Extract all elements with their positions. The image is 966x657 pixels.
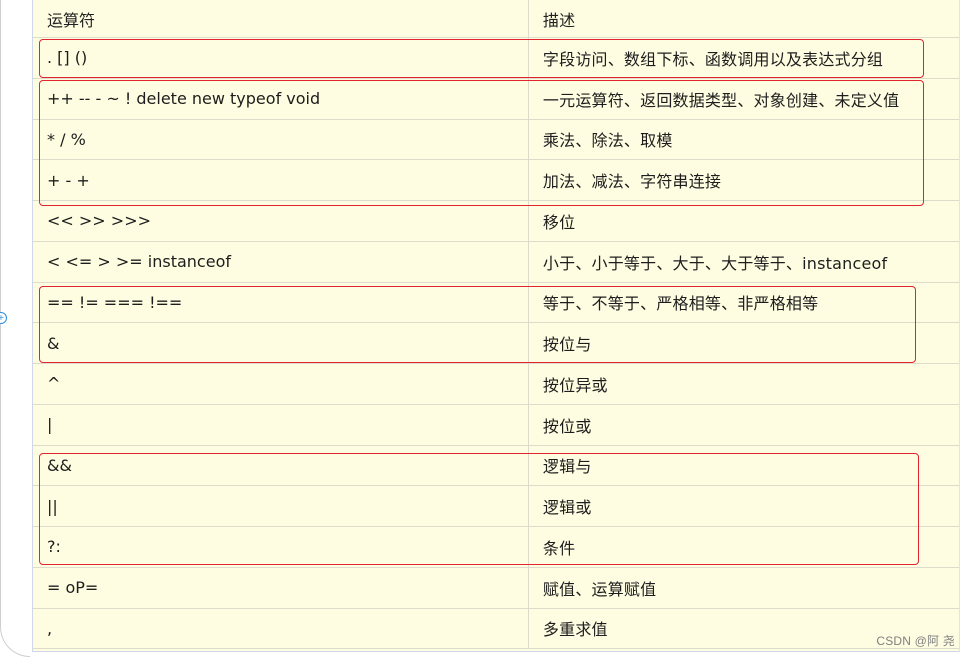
- description-cell: 逻辑与: [542, 457, 592, 477]
- csdn-watermark: CSDN @阿 尧: [876, 634, 955, 648]
- description-cell: 按位异或: [542, 375, 608, 395]
- table-row: = oP= 赋值、运算赋值: [33, 567, 959, 609]
- description-cell: 乘法、除法、取模: [542, 131, 673, 151]
- table-row: ++ -- - ~ ! delete new typeof void 一元运算符…: [33, 78, 959, 120]
- description-cell: 等于、不等于、严格相等、非严格相等: [542, 294, 819, 314]
- table-row: < <= > >= instanceof 小于、小于等于、大于、大于等于、ins…: [33, 241, 959, 283]
- operator-column-header: 运算符: [33, 0, 529, 37]
- table-row: ?: 条件: [33, 527, 959, 568]
- table-row: + - + 加法、减法、字符串连接: [33, 160, 959, 201]
- table-row: && 逻辑与: [33, 445, 959, 487]
- description-cell: 字段访问、数组下标、函数调用以及表达式分组: [542, 49, 884, 69]
- table-row: | 按位或: [33, 404, 959, 446]
- description-cell: 赋值、运算赋值: [542, 579, 657, 599]
- description-cell: 小于、小于等于、大于、大于等于、instanceof: [542, 253, 888, 273]
- table-row: . [] () 字段访问、数组下标、函数调用以及表达式分组: [33, 38, 959, 79]
- operator-cell: &&: [33, 445, 529, 486]
- operator-cell: << >> >>>: [33, 201, 529, 241]
- operator-precedence-table: 运算符 描述 . [] () 字段访问、数组下标、函数调用以及表达式分组 ++ …: [32, 0, 960, 652]
- page: + 运算符 描述 . [] () 字段访问、数组下标、函数调用以及表达式分组 +…: [0, 0, 966, 657]
- operator-cell: ,: [33, 608, 529, 649]
- table-row: & 按位与: [33, 323, 959, 364]
- operator-cell: + - +: [33, 160, 529, 200]
- description-cell: 一元运算符、返回数据类型、对象创建、未定义值: [542, 90, 900, 110]
- operator-cell: == != === !==: [33, 282, 529, 323]
- operator-cell: < <= > >= instanceof: [33, 241, 529, 282]
- description-column-header: 描述: [542, 10, 576, 30]
- description-cell: 条件: [542, 538, 576, 558]
- table-row: || 逻辑或: [33, 486, 959, 527]
- table-row: * / % 乘法、除法、取模: [33, 119, 959, 161]
- operator-cell: = oP=: [33, 567, 529, 608]
- operator-cell: ?:: [33, 527, 529, 567]
- description-cell: 移位: [542, 212, 576, 232]
- operator-cell: ||: [33, 486, 529, 526]
- table-row: << >> >>> 移位: [33, 201, 959, 242]
- table-row: == != === !== 等于、不等于、严格相等、非严格相等: [33, 282, 959, 324]
- operator-cell: ^: [33, 364, 529, 404]
- operator-cell: * / %: [33, 119, 529, 160]
- page-left-border: [0, 0, 30, 657]
- operator-cell: |: [33, 404, 529, 445]
- description-cell: 按位或: [542, 416, 592, 436]
- description-cell: 逻辑或: [542, 498, 592, 518]
- table-header-row: 运算符 描述: [33, 0, 959, 38]
- operator-cell: . [] (): [33, 38, 529, 78]
- table-row: , 多重求值: [33, 608, 959, 650]
- table-row: ^ 按位异或: [33, 364, 959, 405]
- description-cell: 加法、减法、字符串连接: [542, 172, 722, 192]
- operator-cell: &: [33, 323, 529, 363]
- description-cell: 按位与: [542, 335, 592, 355]
- operator-cell: ++ -- - ~ ! delete new typeof void: [33, 78, 529, 119]
